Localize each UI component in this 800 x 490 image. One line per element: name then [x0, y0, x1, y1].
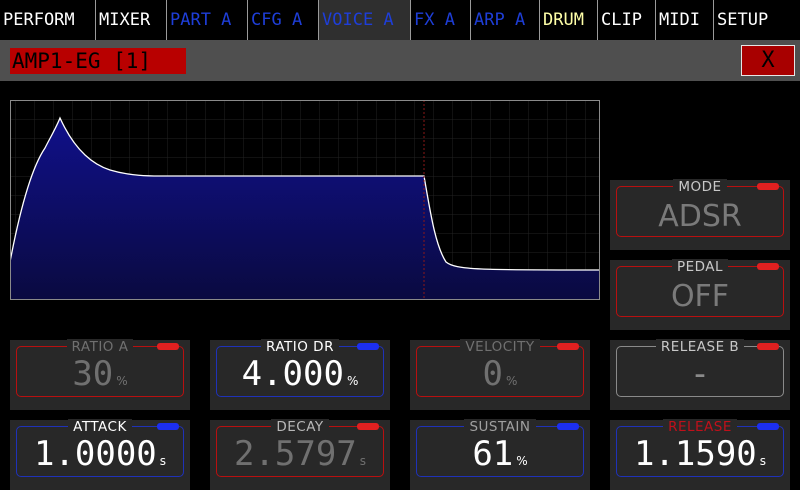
tab-perform[interactable]: PERFORM: [0, 0, 96, 40]
pedal-panel[interactable]: PEDAL OFF: [610, 259, 790, 330]
pedal-value: OFF: [670, 279, 730, 314]
sustain-value: 61%: [472, 434, 528, 474]
tab-midi[interactable]: MIDI: [656, 0, 714, 40]
mode-value: ADSR: [658, 199, 742, 234]
decay-label: DECAY: [271, 419, 329, 435]
attack-value: 1.0000 s: [33, 434, 167, 474]
release-b-value: -: [689, 354, 711, 394]
ratio-a-label: RATIO A: [66, 339, 134, 355]
indicator-led: [357, 343, 379, 350]
indicator-led: [757, 263, 779, 270]
indicator-led: [757, 343, 779, 350]
tab-drum[interactable]: DRUM: [540, 0, 598, 40]
mode-panel[interactable]: MODE ADSR: [610, 179, 790, 250]
indicator-led: [357, 423, 379, 430]
envelope-graph: [10, 100, 600, 300]
mode-label: MODE: [673, 179, 727, 195]
release-b-panel[interactable]: RELEASE B -: [610, 339, 790, 410]
ratio-a-panel[interactable]: RATIO A 30%: [10, 339, 190, 410]
velocity-panel[interactable]: VELOCITY 0%: [410, 339, 590, 410]
page-title: AMP1-EG [1]: [10, 48, 186, 74]
sustain-label: SUSTAIN: [464, 419, 536, 435]
tab-cfg[interactable]: CFG A: [248, 0, 319, 40]
tab-arp[interactable]: ARP A: [471, 0, 540, 40]
decay-value: 2.5797 s: [233, 434, 367, 474]
ratio-a-value: 30%: [72, 354, 128, 394]
ratio-dr-panel[interactable]: RATIO DR 4.000%: [210, 339, 390, 410]
indicator-led: [157, 343, 179, 350]
velocity-value: 0%: [482, 354, 518, 394]
tab-fx[interactable]: FX A: [411, 0, 471, 40]
pedal-label: PEDAL: [671, 259, 729, 275]
tab-clip[interactable]: CLIP: [598, 0, 656, 40]
release-value: 1.1590 s: [633, 434, 767, 474]
ratio-dr-label: RATIO DR: [261, 339, 339, 355]
indicator-led: [557, 343, 579, 350]
velocity-label: VELOCITY: [460, 339, 540, 355]
tab-part[interactable]: PART A: [167, 0, 248, 40]
release-label: RELEASE: [663, 419, 737, 435]
indicator-led: [157, 423, 179, 430]
tab-mixer[interactable]: MIXER: [96, 0, 167, 40]
attack-label: ATTACK: [68, 419, 132, 435]
release-b-label: RELEASE B: [655, 339, 745, 355]
tab-setup[interactable]: SETUP: [714, 0, 800, 40]
ratio-dr-value: 4.000%: [241, 354, 359, 394]
section-tab-bar: PERFORM MIXER PART A CFG A VOICE A FX A …: [0, 0, 800, 40]
indicator-led: [757, 183, 779, 190]
tab-voice[interactable]: VOICE A: [319, 0, 411, 40]
close-button[interactable]: X: [741, 45, 795, 76]
indicator-led: [557, 423, 579, 430]
indicator-led: [757, 423, 779, 430]
